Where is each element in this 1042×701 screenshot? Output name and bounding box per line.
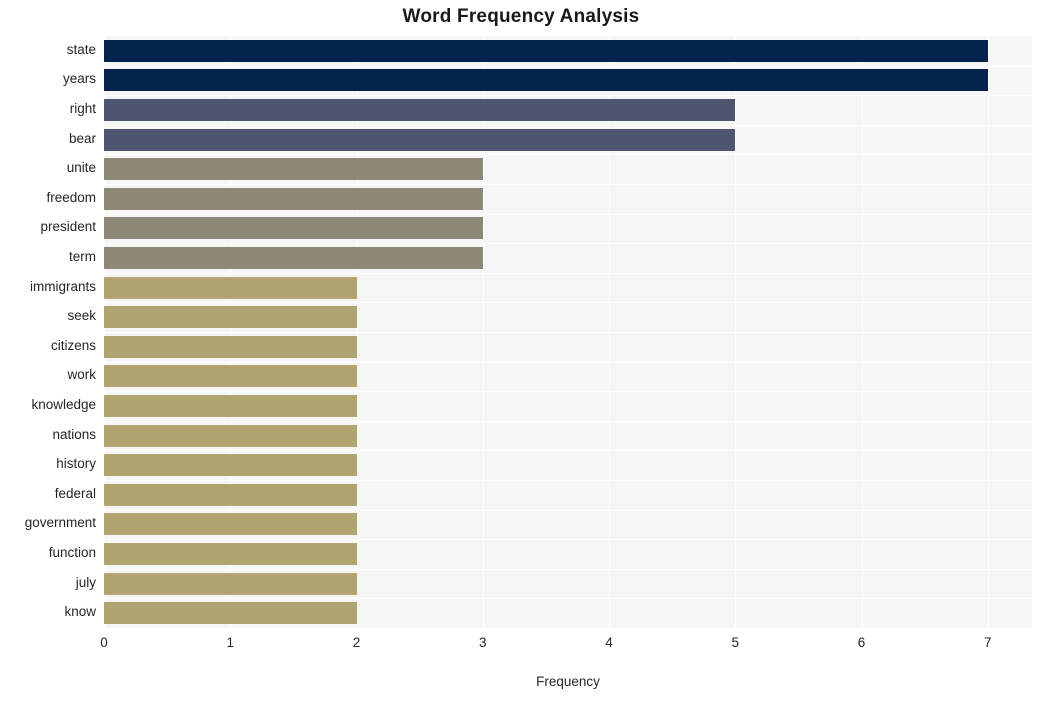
y-gridline — [104, 272, 1032, 274]
y-tick-label: function — [48, 545, 96, 560]
y-gridline — [104, 95, 1032, 97]
y-tick-label: right — [69, 101, 96, 116]
y-tick-label: state — [66, 41, 96, 57]
bar — [104, 395, 357, 417]
x-tick-label: 7 — [984, 635, 992, 650]
y-tick-label: citizens — [50, 337, 96, 353]
y-gridline — [104, 184, 1032, 185]
x-tick-label: 2 — [352, 635, 361, 650]
y-tick-label: immigrants — [29, 278, 96, 294]
y-tick-label: bear — [68, 130, 96, 146]
x-tick-label: 3 — [479, 635, 487, 650]
bar — [104, 513, 357, 536]
y-gridline — [104, 539, 1032, 541]
y-gridline — [104, 332, 1032, 333]
bar — [104, 572, 357, 595]
bar — [104, 424, 357, 447]
y-tick-label: know — [64, 604, 96, 620]
word-frequency-chart-figure: Word Frequency Analysis state years right b… — [0, 0, 1042, 701]
y-tick-label: president — [40, 219, 96, 235]
y-tick-label: government — [24, 515, 96, 531]
x-tick-label: 1 — [226, 635, 234, 650]
y-gridline — [104, 124, 1032, 126]
y-tick-label: term — [69, 249, 96, 264]
y-tick-label: years — [62, 71, 96, 87]
y-gridline — [104, 568, 1032, 570]
y-gridline — [104, 154, 1032, 156]
bar — [104, 276, 357, 299]
y-tick-label: work — [67, 367, 96, 383]
bar — [104, 365, 357, 388]
bar — [104, 335, 357, 358]
y-gridline — [104, 391, 1032, 393]
bar — [104, 158, 483, 181]
y-tick-label: seek — [67, 308, 96, 324]
y-tick-label: knowledge — [31, 397, 96, 412]
y-gridline — [104, 65, 1032, 67]
y-gridline — [104, 480, 1032, 481]
bar — [104, 99, 736, 121]
bar — [104, 39, 988, 62]
x-tick-label: 6 — [857, 635, 866, 650]
bar — [104, 187, 483, 210]
y-gridline — [104, 213, 1032, 215]
bar — [104, 454, 357, 477]
x-axis-title: Frequency — [536, 674, 600, 689]
y-gridline — [104, 450, 1032, 452]
bar — [104, 543, 357, 565]
bar — [104, 69, 988, 92]
y-gridline — [104, 598, 1032, 600]
bar — [104, 483, 357, 506]
y-gridline — [104, 420, 1032, 422]
bar — [104, 247, 483, 269]
y-gridline — [104, 243, 1032, 245]
bar — [104, 128, 736, 151]
x-tick-label: 4 — [605, 635, 613, 650]
y-tick-label: federal — [54, 485, 96, 501]
y-tick-label: unite — [66, 160, 96, 176]
plot-area — [104, 36, 1032, 628]
y-gridline — [104, 302, 1032, 304]
x-tick-label: 5 — [731, 635, 740, 650]
bar — [104, 602, 357, 625]
y-tick-label: july — [75, 574, 96, 590]
bar — [104, 306, 357, 329]
y-tick-label: history — [56, 456, 96, 472]
y-gridline — [104, 509, 1032, 511]
y-tick-label: freedom — [46, 189, 96, 205]
chart-title: Word Frequency Analysis — [402, 6, 640, 27]
y-tick-label: nations — [52, 426, 96, 442]
y-gridline — [104, 361, 1032, 363]
bar — [104, 217, 483, 240]
x-tick-label: 0 — [100, 635, 108, 650]
